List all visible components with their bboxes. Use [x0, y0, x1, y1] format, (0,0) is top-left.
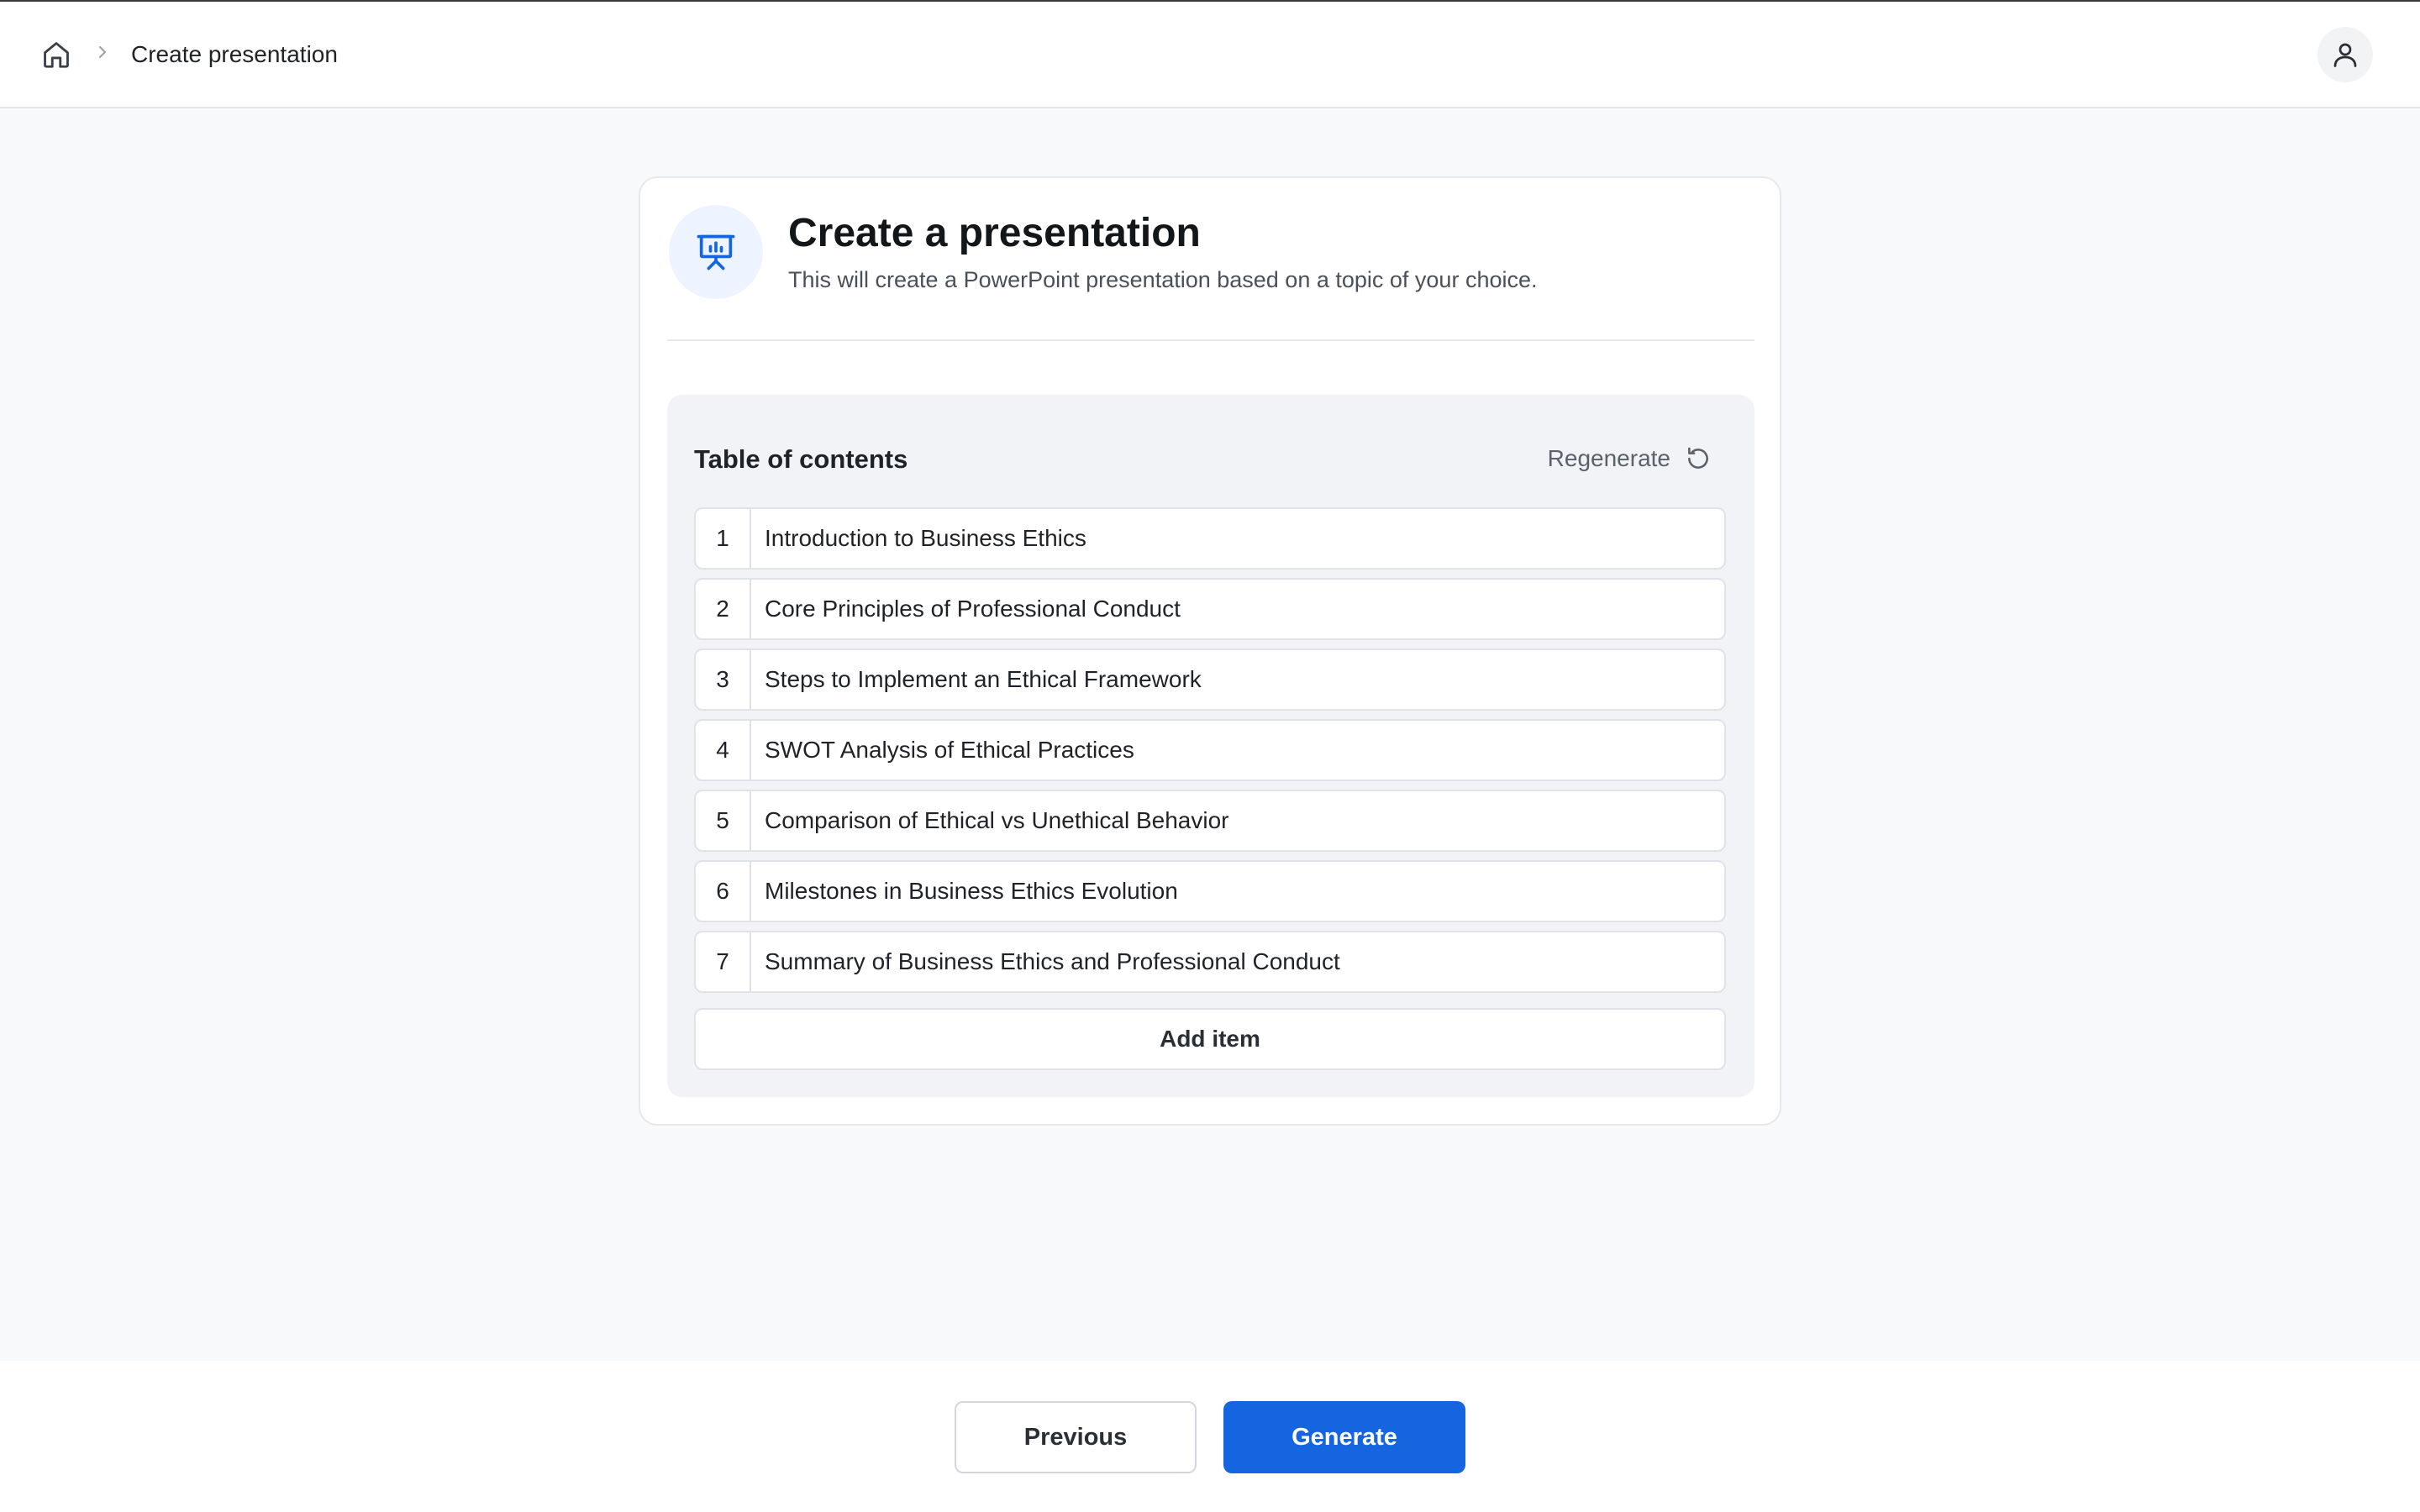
regenerate-button[interactable]: Regenerate	[1548, 435, 1712, 482]
toc-item-input[interactable]: Introduction to Business Ethics	[751, 509, 1724, 568]
chevron-right-icon	[99, 46, 106, 58]
toc-list: 1 Introduction to Business Ethics 2 Core…	[694, 507, 1726, 1001]
top-bar: Create presentation	[0, 2, 2420, 108]
user-menu-button[interactable]	[2317, 27, 2373, 82]
toc-item-input[interactable]: Comparison of Ethical vs Unethical Behav…	[751, 791, 1724, 850]
footer-bar: Previous Generate	[0, 1361, 2420, 1512]
refresh-icon	[1688, 447, 1708, 469]
toc-item-input[interactable]: Summary of Business Ethics and Professio…	[751, 932, 1724, 991]
toc-item: 5 Comparison of Ethical vs Unethical Beh…	[694, 790, 1726, 852]
user-icon	[2333, 43, 2357, 67]
presentation-icon-badge	[669, 205, 763, 299]
breadcrumb-separator	[94, 42, 111, 62]
add-item-button[interactable]: Add item	[694, 1008, 1726, 1070]
toc-item: 2 Core Principles of Professional Conduc…	[694, 578, 1726, 640]
toc-item-number: 1	[696, 509, 751, 568]
home-button[interactable]	[39, 37, 74, 72]
presentation-icon	[697, 234, 735, 270]
toc-item-number: 7	[696, 932, 751, 991]
toc-item-number: 3	[696, 650, 751, 709]
toc-item: 3 Steps to Implement an Ethical Framewor…	[694, 648, 1726, 711]
toc-item-input[interactable]: Core Principles of Professional Conduct	[751, 580, 1724, 638]
toc-item-number: 6	[696, 862, 751, 921]
regenerate-label: Regenerate	[1547, 445, 1670, 471]
toc-item-input[interactable]: Milestones in Business Ethics Evolution	[751, 862, 1724, 921]
toc-item-input[interactable]: SWOT Analysis of Ethical Practices	[751, 721, 1724, 780]
page-title: Create a presentation	[788, 211, 1201, 255]
table-of-contents-panel: Table of contents Regenerate 1 Introduct…	[667, 395, 1754, 1097]
toc-item-number: 4	[696, 721, 751, 780]
toc-item-number: 2	[696, 580, 751, 638]
home-icon	[44, 42, 69, 68]
toc-item: 7 Summary of Business Ethics and Profess…	[694, 931, 1726, 993]
page-subtitle: This will create a PowerPoint presentati…	[788, 267, 1538, 292]
toc-item: 6 Milestones in Business Ethics Evolutio…	[694, 860, 1726, 922]
toc-item-input[interactable]: Steps to Implement an Ethical Framework	[751, 650, 1724, 709]
divider	[667, 339, 1754, 341]
previous-button[interactable]: Previous	[955, 1401, 1197, 1473]
toc-title: Table of contents	[694, 444, 908, 474]
create-presentation-card: Create a presentation This will create a…	[639, 176, 1781, 1126]
toc-item-number: 5	[696, 791, 751, 850]
toc-item: 1 Introduction to Business Ethics	[694, 507, 1726, 570]
breadcrumb-current: Create presentation	[131, 41, 338, 67]
toc-item: 4 SWOT Analysis of Ethical Practices	[694, 719, 1726, 781]
generate-button[interactable]: Generate	[1223, 1401, 1465, 1473]
